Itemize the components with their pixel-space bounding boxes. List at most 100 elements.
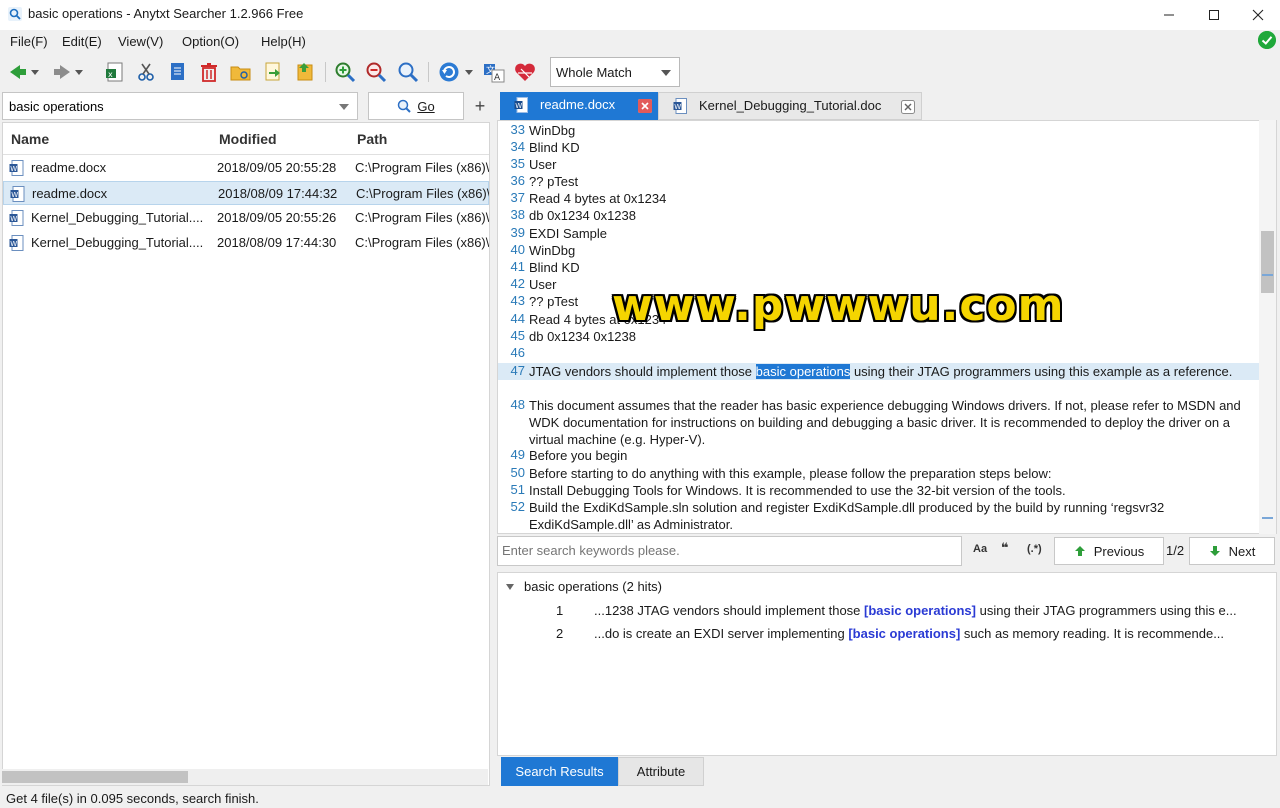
copy-button[interactable] (165, 60, 189, 84)
menu-view[interactable]: View(V) (118, 34, 163, 49)
file-row[interactable]: W readme.docx 2018/09/05 20:55:28 C:\Pro… (3, 156, 489, 180)
tab-readme[interactable]: W readme.docx (500, 92, 658, 120)
expand-triangle-icon[interactable] (506, 583, 514, 590)
document-line: 33 WinDbg (498, 122, 1260, 139)
zoom-out-button[interactable] (364, 60, 388, 84)
find-keyword-input[interactable] (502, 543, 952, 558)
document-vertical-scrollbar[interactable] (1259, 120, 1276, 534)
tab-search-results[interactable]: Search Results (501, 757, 618, 786)
column-header-name[interactable]: Name (11, 131, 49, 147)
zoom-in-icon (335, 62, 356, 83)
hit-text-after: such as memory reading. It is recommende… (960, 626, 1225, 641)
document-line: 48 This document assumes that the reader … (498, 397, 1260, 448)
document-line: 37 Read 4 bytes at 0x1234 (498, 190, 1260, 207)
move-to-button[interactable] (261, 60, 285, 84)
scrollbar-thumb[interactable] (1261, 231, 1274, 293)
line-text-before: JTAG vendors should implement those (529, 364, 756, 379)
go-button[interactable]: Go (368, 92, 464, 120)
refresh-button[interactable] (437, 60, 461, 84)
forward-button[interactable] (50, 60, 74, 84)
column-header-path[interactable]: Path (357, 131, 387, 147)
svg-text:A: A (494, 73, 501, 83)
menu-option[interactable]: Option(O) (182, 34, 239, 49)
hit-text-after: using their JTAG programmers using this … (975, 603, 1237, 618)
search-combobox[interactable] (2, 92, 358, 120)
back-dropdown[interactable] (28, 60, 42, 84)
file-row[interactable]: W Kernel_Debugging_Tutorial.... 2018/08/… (3, 231, 489, 255)
line-text-after: using their JTAG programmers using this … (850, 364, 1233, 379)
hit-keyword: [basic operations] (864, 603, 976, 618)
minimize-button[interactable] (1146, 0, 1192, 30)
open-folder-button[interactable] (229, 60, 253, 84)
line-number: 35 (510, 156, 525, 171)
line-text: EXDI Sample (529, 226, 608, 241)
export-excel-button[interactable]: x (103, 60, 127, 84)
whole-word-toggle[interactable]: ❝ (1001, 540, 1009, 556)
line-text: JTAG vendors should implement those basi… (529, 363, 1259, 380)
line-text: WinDbg (529, 243, 576, 258)
scrollbar-thumb[interactable] (2, 771, 188, 783)
result-hit[interactable]: 2 ...do is create an EXDI server impleme… (498, 624, 1278, 644)
excel-icon: x (106, 62, 123, 82)
toolbar-divider (325, 62, 326, 82)
zoom-reset-button[interactable] (396, 60, 420, 84)
search-icon (398, 99, 412, 113)
hit-keyword: [basic operations] (848, 626, 961, 641)
document-line: 52 Build the ExdiKdSample.sln solution an… (498, 499, 1260, 533)
forward-arrow-icon (54, 65, 70, 79)
file-list-header: Name Modified Path (3, 123, 489, 155)
column-header-modified[interactable]: Modified (219, 131, 277, 147)
line-number: 52 (510, 499, 525, 514)
match-mode-select[interactable]: Whole Match (550, 57, 680, 87)
watermark-text: www.pwwwu.com (612, 280, 1065, 331)
document-line-current: 47 JTAG vendors should implement those b… (498, 363, 1260, 380)
maximize-button[interactable] (1191, 0, 1237, 30)
forward-dropdown[interactable] (72, 60, 86, 84)
maximize-icon (1209, 10, 1219, 20)
next-button[interactable]: Next (1189, 537, 1275, 565)
file-list-horizontal-scrollbar[interactable] (2, 769, 488, 785)
hit-number: 1 (556, 603, 564, 618)
cut-button[interactable] (134, 60, 158, 84)
file-name: Kernel_Debugging_Tutorial.... (31, 235, 204, 250)
close-button[interactable] (1235, 0, 1280, 30)
tab-attribute[interactable]: Attribute (618, 757, 704, 786)
translate-button[interactable]: 文A (482, 60, 506, 84)
file-row[interactable]: W Kernel_Debugging_Tutorial.... 2018/09/… (3, 206, 489, 230)
refresh-icon (439, 62, 459, 82)
menu-file[interactable]: File(F) (10, 34, 48, 49)
svg-text:W: W (674, 103, 681, 111)
line-number: 40 (510, 242, 525, 257)
line-number: 38 (510, 207, 525, 222)
find-keyword-box[interactable] (497, 536, 962, 566)
match-case-toggle[interactable]: Aa (973, 543, 987, 555)
close-icon (638, 99, 652, 113)
hit-marker (1262, 517, 1273, 519)
add-tab-button[interactable]: + (470, 94, 490, 118)
translate-icon: 文A (484, 64, 505, 83)
regex-toggle[interactable]: (.*) (1027, 543, 1042, 555)
hit-text: ...1238 JTAG vendors should implement th… (594, 603, 1254, 618)
document-line: 49 Before you begin (498, 447, 1260, 464)
tab-kernel-debugging[interactable]: W Kernel_Debugging_Tutorial.doc (658, 92, 922, 120)
search-input[interactable] (9, 97, 329, 115)
line-number: 48 (510, 397, 525, 412)
document-line: 46 (498, 345, 1260, 362)
menu-help[interactable]: Help(H) (261, 34, 306, 49)
zoom-in-button[interactable] (333, 60, 357, 84)
file-row-selected[interactable]: W readme.docx 2018/08/09 17:44:32 C:\Pro… (3, 181, 489, 205)
previous-button[interactable]: Previous (1054, 537, 1164, 565)
refresh-dropdown[interactable] (462, 60, 476, 84)
document-line: 34 Blind KD (498, 139, 1260, 156)
tab-close-button[interactable] (901, 100, 915, 114)
back-button[interactable] (6, 60, 30, 84)
delete-button[interactable] (197, 60, 221, 84)
menu-edit[interactable]: Edit(E) (62, 34, 102, 49)
donate-button[interactable] (513, 60, 537, 84)
chevron-down-icon[interactable] (339, 104, 349, 110)
document-line: 51 Install Debugging Tools for Windows. I… (498, 482, 1260, 499)
tab-close-button[interactable] (638, 99, 652, 113)
copy-to-button[interactable] (293, 60, 317, 84)
result-hit[interactable]: 1 ...1238 JTAG vendors should implement … (498, 601, 1278, 621)
result-group[interactable]: basic operations (2 hits) (506, 579, 662, 594)
